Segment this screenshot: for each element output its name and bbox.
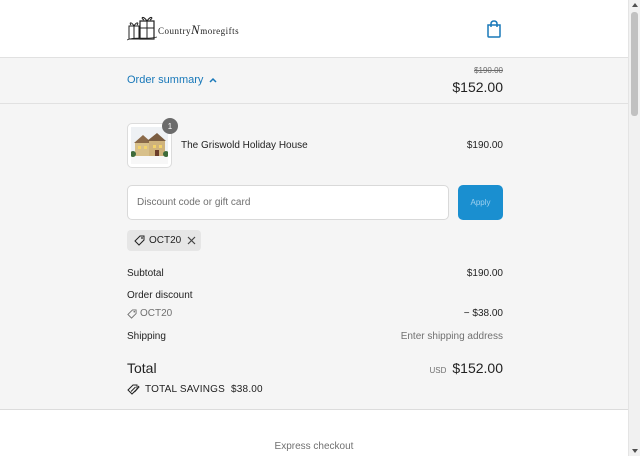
- summary-total-price: $152.00: [452, 79, 503, 95]
- discount-code-input[interactable]: [127, 185, 449, 220]
- total-savings-label: TOTAL SAVINGS: [145, 384, 226, 395]
- order-discount-value: − $38.00: [463, 308, 503, 319]
- applied-discount-code: OCT20: [149, 235, 182, 246]
- tag-icon: [127, 308, 137, 319]
- total-currency: USD: [429, 366, 447, 375]
- product-price: $190.00: [466, 140, 503, 151]
- scroll-down-arrow-icon[interactable]: [632, 449, 638, 453]
- express-checkout-label: Express checkout: [274, 441, 354, 452]
- order-summary-toggle[interactable]: Order summary: [127, 74, 217, 86]
- quantity-badge: 1: [162, 118, 178, 134]
- total-amount: USD $152.00: [430, 360, 504, 376]
- savings-tag-icon: [127, 384, 140, 395]
- checkout-section: Express checkout: [0, 410, 628, 456]
- tag-icon: [134, 235, 145, 246]
- order-discount-code: OCT20: [127, 308, 172, 319]
- order-discount-label: Order discount: [127, 290, 193, 301]
- order-summary-panel: 1 The Griswold Holiday House $190.00 App…: [0, 104, 628, 410]
- subtotal-label: Subtotal: [127, 268, 164, 279]
- shopping-bag-icon[interactable]: [486, 20, 502, 38]
- logo-wordmark: CountryNmoregifts: [158, 22, 240, 37]
- gift-boxes-icon: [127, 17, 157, 41]
- compare-at-price: $190.00: [474, 66, 503, 75]
- subtotal-value: $190.00: [466, 268, 503, 279]
- site-header: CountryNmoregifts: [0, 0, 628, 58]
- store-logo[interactable]: CountryNmoregifts: [127, 14, 239, 42]
- product-thumbnail: 1: [127, 118, 178, 168]
- product-image: [131, 127, 168, 164]
- apply-discount-button[interactable]: Apply: [458, 185, 503, 220]
- total-savings-value: $38.00: [231, 384, 263, 395]
- total-label: Total: [127, 360, 157, 376]
- shipping-label: Shipping: [127, 331, 166, 342]
- total-savings: TOTAL SAVINGS $38.00: [127, 384, 263, 395]
- scroll-up-arrow-icon[interactable]: [632, 3, 638, 7]
- total-value: $152.00: [452, 360, 503, 376]
- product-name: The Griswold Holiday House: [181, 140, 308, 151]
- order-summary-bar: Order summary $190.00 $152.00: [0, 58, 628, 104]
- shipping-value: Enter shipping address: [400, 331, 503, 342]
- page-scrollbar[interactable]: [628, 0, 640, 456]
- remove-discount-icon[interactable]: [187, 236, 196, 245]
- chevron-up-icon: [209, 77, 217, 83]
- scrollbar-thumb[interactable]: [631, 12, 638, 116]
- applied-discount-chip: OCT20: [127, 230, 202, 251]
- order-summary-label: Order summary: [127, 74, 204, 86]
- order-discount-code-text: OCT20: [140, 308, 173, 319]
